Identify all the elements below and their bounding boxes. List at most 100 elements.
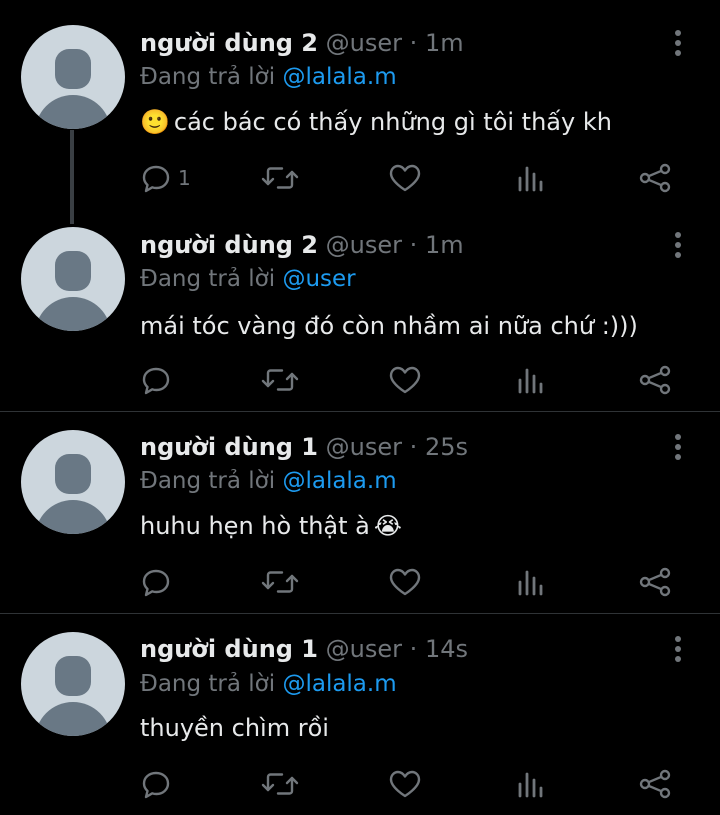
timestamp[interactable]: 1m [425, 231, 464, 259]
avatar[interactable] [21, 227, 125, 331]
avatar[interactable] [21, 632, 125, 736]
tweet-body: thuyền chìm rồi [140, 714, 329, 742]
tweet-actions [140, 364, 700, 396]
tweet-actions [140, 768, 700, 800]
tweet-header: người dùng 1 @user · 25s [140, 431, 468, 463]
timestamp[interactable]: 14s [425, 635, 468, 663]
more-vertical-icon [675, 30, 681, 56]
reply-button[interactable] [140, 768, 172, 800]
share-button[interactable] [638, 566, 672, 598]
tweet-text: mái tóc vàng đó còn nhầm ai nữa chứ :))) [140, 308, 638, 344]
mention-link[interactable]: @lalala.m [282, 671, 396, 697]
more-vertical-icon [675, 636, 681, 662]
views-icon [518, 570, 543, 596]
tweet-text: thuyền chìm rồi [140, 710, 329, 746]
separator-dot: · [409, 29, 418, 57]
reply-icon [142, 165, 170, 193]
share-icon [639, 163, 671, 193]
reply-button[interactable]: 1 [140, 162, 191, 194]
reply-icon [142, 771, 170, 799]
more-options-button[interactable] [664, 433, 692, 461]
handle[interactable]: @user [326, 231, 402, 259]
tweet-body: mái tóc vàng đó còn nhầm ai nữa chứ :))) [140, 312, 638, 340]
tweet-header: người dùng 2 @user · 1m [140, 27, 464, 59]
mention-link[interactable]: @user [282, 266, 355, 292]
retweet-icon [261, 571, 299, 593]
replying-to-label: Đang trả lời [140, 64, 276, 90]
views-button[interactable] [516, 566, 546, 598]
like-button[interactable] [388, 162, 422, 194]
views-button[interactable] [516, 364, 546, 396]
share-button[interactable] [638, 162, 672, 194]
retweet-button[interactable] [260, 566, 300, 598]
like-button[interactable] [388, 364, 422, 396]
replying-to: Đang trả lời @lalala.m [140, 668, 397, 700]
replying-to-label: Đang trả lời [140, 468, 276, 494]
tweet-text: huhu hẹn hò thật à 😭 [140, 508, 406, 544]
retweet-icon [261, 167, 299, 189]
mention-link[interactable]: @lalala.m [282, 468, 396, 494]
like-button[interactable] [388, 566, 422, 598]
slightly-smiling-face-emoji: 🙂 [140, 108, 170, 136]
views-icon [518, 772, 543, 798]
views-button[interactable] [516, 768, 546, 800]
tweet-body: huhu hẹn hò thật à [140, 512, 370, 540]
separator-dot: · [409, 635, 418, 663]
timestamp[interactable]: 25s [425, 433, 468, 461]
replying-to: Đang trả lời @lalala.m [140, 465, 397, 497]
display-name[interactable]: người dùng 1 [140, 635, 318, 663]
share-icon [639, 769, 671, 799]
retweet-button[interactable] [260, 768, 300, 800]
handle[interactable]: @user [326, 635, 402, 663]
views-button[interactable] [516, 162, 546, 194]
reply-button[interactable] [140, 566, 172, 598]
tweet[interactable]: người dùng 1 @user · 25s Đang trả lời @l… [0, 411, 720, 613]
reply-icon [142, 569, 170, 597]
replying-to: Đang trả lời @lalala.m [140, 61, 397, 93]
tweet-actions [140, 566, 700, 598]
loudly-crying-face-emoji: 😭 [373, 512, 402, 540]
more-options-button[interactable] [664, 29, 692, 57]
tweet-text: 🙂 các bác có thấy những gì tôi thấy kh [140, 104, 612, 140]
retweet-button[interactable] [260, 364, 300, 396]
share-button[interactable] [638, 364, 672, 396]
replying-to-label: Đang trả lời [140, 266, 276, 292]
more-options-button[interactable] [664, 635, 692, 663]
timestamp[interactable]: 1m [425, 29, 464, 57]
share-icon [639, 567, 671, 597]
reply-icon [142, 367, 170, 395]
share-button[interactable] [638, 768, 672, 800]
display-name[interactable]: người dùng 1 [140, 433, 318, 461]
share-icon [639, 365, 671, 395]
tweet-body: các bác có thấy những gì tôi thấy kh [173, 108, 612, 136]
tweet-header: người dùng 1 @user · 14s [140, 633, 468, 665]
like-icon [389, 164, 421, 192]
like-icon [389, 366, 421, 394]
like-icon [389, 568, 421, 596]
avatar[interactable] [21, 430, 125, 534]
views-icon [518, 368, 543, 394]
handle[interactable]: @user [326, 29, 402, 57]
views-icon [518, 166, 543, 192]
separator-dot: · [409, 231, 418, 259]
display-name[interactable]: người dùng 2 [140, 29, 318, 57]
retweet-icon [261, 369, 299, 391]
tweet[interactable]: người dùng 2 @user · 1m Đang trả lời @us… [0, 202, 720, 411]
like-icon [389, 770, 421, 798]
reply-count: 1 [178, 166, 191, 190]
tweet-actions: 1 [140, 162, 700, 194]
more-options-button[interactable] [664, 231, 692, 259]
display-name[interactable]: người dùng 2 [140, 231, 318, 259]
separator-dot: · [409, 433, 418, 461]
reply-button[interactable] [140, 364, 172, 396]
avatar[interactable] [21, 25, 125, 129]
handle[interactable]: @user [326, 433, 402, 461]
retweet-button[interactable] [260, 162, 300, 194]
mention-link[interactable]: @lalala.m [282, 64, 396, 90]
more-vertical-icon [675, 434, 681, 460]
tweet[interactable]: người dùng 2 @user · 1m Đang trả lời @la… [0, 0, 720, 202]
tweet-header: người dùng 2 @user · 1m [140, 229, 464, 261]
tweet[interactable]: người dùng 1 @user · 14s Đang trả lời @l… [0, 613, 720, 815]
retweet-icon [261, 773, 299, 795]
like-button[interactable] [388, 768, 422, 800]
